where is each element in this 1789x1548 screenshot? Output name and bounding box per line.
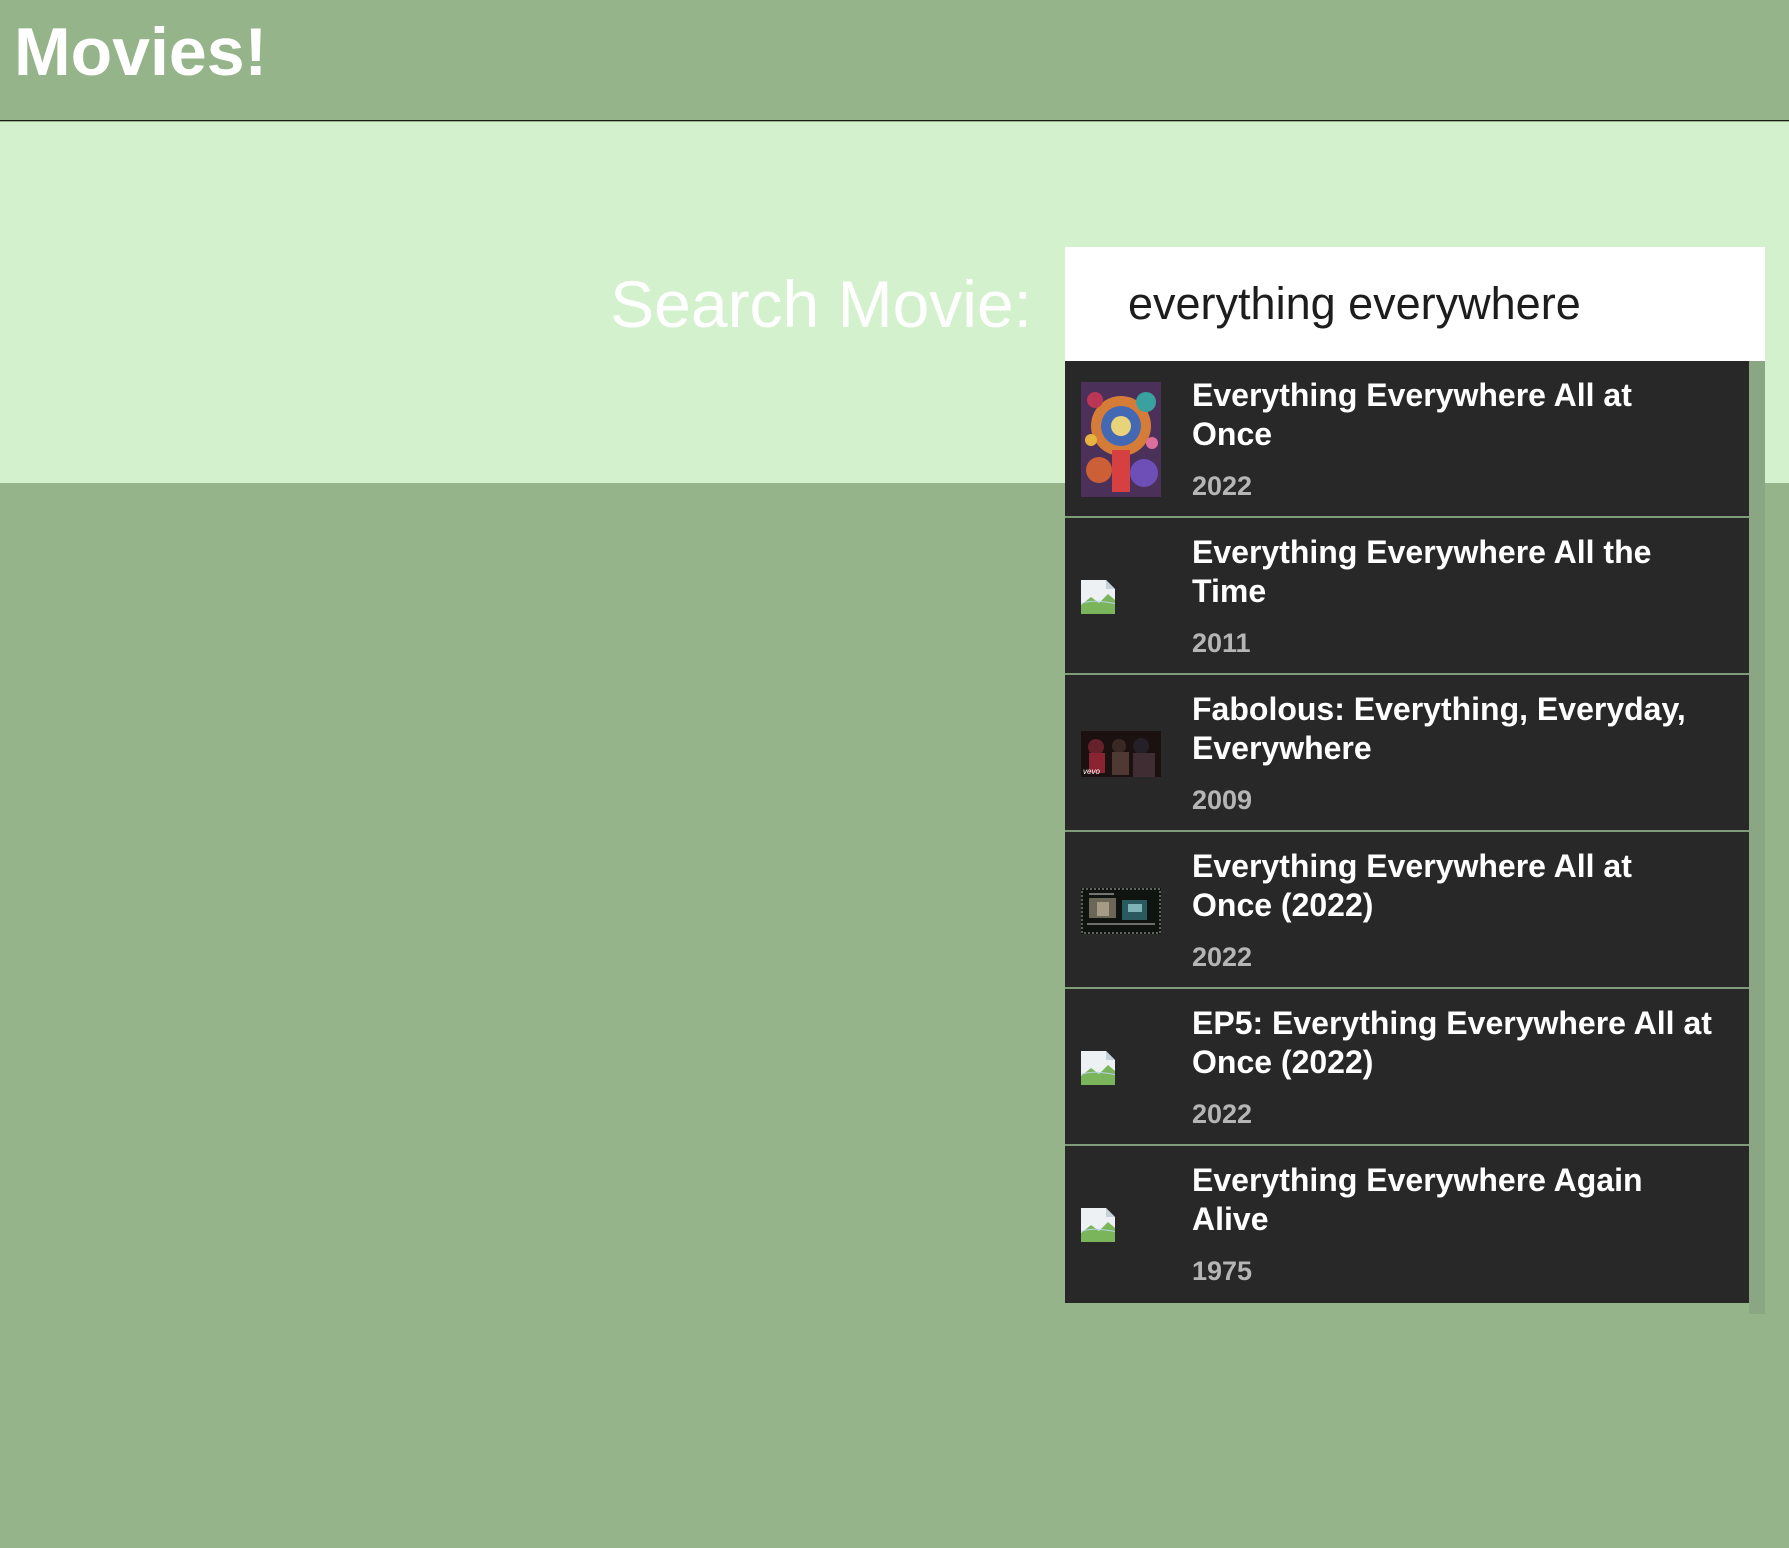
broken-image-icon bbox=[1081, 1207, 1115, 1242]
result-title: Everything Everywhere Again Alive bbox=[1192, 1162, 1643, 1237]
broken-image-icon bbox=[1081, 1050, 1115, 1085]
poster-thumbnail: vevo bbox=[1081, 696, 1161, 811]
poster-image bbox=[1081, 887, 1161, 934]
result-title: Everything Everywhere All the Time bbox=[1192, 534, 1652, 609]
poster-logo: vevo bbox=[1083, 767, 1100, 776]
result-title: Everything Everywhere All at Once (2022) bbox=[1192, 848, 1632, 923]
results-scrollbar[interactable] bbox=[1749, 361, 1765, 1314]
poster-image: vevo bbox=[1081, 730, 1161, 777]
result-year: 2022 bbox=[1192, 942, 1253, 972]
poster-thumbnail bbox=[1081, 382, 1161, 497]
result-title: Fabolous: Everything, Everyday, Everywhe… bbox=[1192, 691, 1686, 766]
result-item[interactable]: Everything Everywhere Again Alive 1975 bbox=[1065, 1146, 1749, 1303]
result-title: EP5: Everything Everywhere All at Once (… bbox=[1192, 1005, 1712, 1080]
search-results-list: Everything Everywhere All at Once 2022 E… bbox=[1065, 361, 1749, 1303]
broken-image-icon bbox=[1081, 579, 1115, 614]
poster-image bbox=[1081, 382, 1161, 497]
search-input[interactable] bbox=[1065, 247, 1765, 361]
result-year: 1975 bbox=[1192, 1256, 1253, 1286]
result-item[interactable]: Everything Everywhere All the Time 2011 bbox=[1065, 518, 1749, 675]
result-item[interactable]: vevo Fabolous: Everything, Everyday, Eve… bbox=[1065, 675, 1749, 832]
search-label: Search Movie: bbox=[610, 267, 1032, 341]
result-year: 2009 bbox=[1192, 785, 1253, 815]
app-title: Movies! bbox=[14, 14, 268, 90]
poster-thumbnail bbox=[1081, 1010, 1161, 1125]
poster-thumbnail bbox=[1081, 853, 1161, 968]
result-item[interactable]: Everything Everywhere All at Once (2022)… bbox=[1065, 832, 1749, 989]
poster-thumbnail bbox=[1081, 1167, 1161, 1282]
result-item[interactable]: EP5: Everything Everywhere All at Once (… bbox=[1065, 989, 1749, 1146]
result-year: 2022 bbox=[1192, 471, 1253, 501]
result-year: 2022 bbox=[1192, 1099, 1253, 1129]
poster-thumbnail bbox=[1081, 539, 1161, 654]
result-item[interactable]: Everything Everywhere All at Once 2022 bbox=[1065, 361, 1749, 518]
result-year: 2011 bbox=[1192, 628, 1251, 658]
app-header: Movies! bbox=[0, 0, 1789, 121]
result-title: Everything Everywhere All at Once bbox=[1192, 377, 1632, 452]
